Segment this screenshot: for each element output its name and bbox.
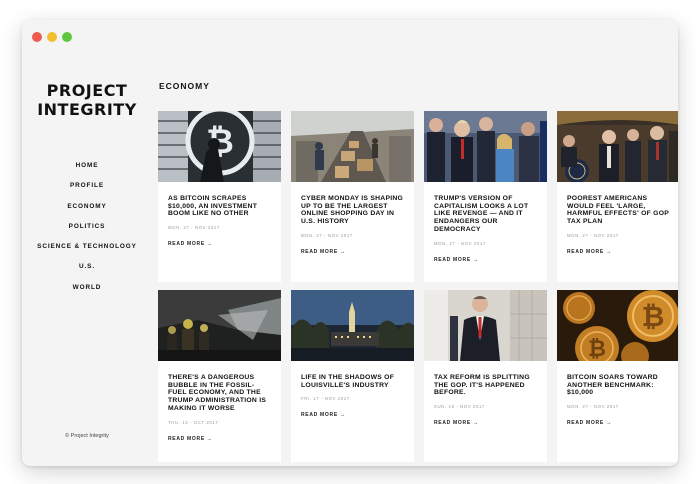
read-more-link[interactable]: READ MORE → [168, 436, 213, 442]
article-headline[interactable]: Cyber Monday is shaping up to be the lar… [301, 195, 405, 226]
arrow-right-icon: → [472, 257, 480, 263]
article-image-senators[interactable] [557, 111, 678, 182]
article-card[interactable]: ₿ As Bitcoin Scrapes $10,000, an Investm… [158, 111, 281, 282]
article-card[interactable]: ₿ ₿ Bitcoin soars toward another benchma… [557, 290, 678, 462]
article-image-bitcoin-logo[interactable]: ₿ [158, 111, 281, 182]
read-more-link[interactable]: READ MORE → [567, 249, 612, 255]
coal-mine-photo [158, 290, 281, 361]
logo-line-2: INTEGRITY [37, 100, 137, 119]
article-card[interactable]: Cyber Monday is shaping up to be the lar… [291, 111, 414, 282]
nav-item-profile[interactable]: PROFILE [22, 176, 152, 196]
article-image-city-dusk[interactable] [291, 290, 414, 361]
sidebar: PROJECT INTEGRITY HOME PROFILE ECONOMY P… [22, 53, 152, 466]
main-content: ECONOMY ₿ AS BITCOIN SCRAPES $10,000, AN… [152, 53, 678, 466]
man-in-suit-photo [424, 290, 547, 361]
article-card[interactable]: There's a dangerous bubble in the fossil… [158, 290, 281, 462]
article-date: THU, 13 - OCT 2017 [168, 420, 219, 425]
arrow-right-icon: → [206, 436, 214, 442]
politicians-crowd-photo [424, 111, 547, 182]
read-more-link[interactable]: READ MORE → [301, 412, 346, 418]
article-headline[interactable]: Tax reform is splitting the GOP. It's ha… [434, 374, 538, 397]
browser-window: PROJECT INTEGRITY HOME PROFILE ECONOMY P… [22, 20, 678, 466]
arrow-right-icon: → [339, 249, 347, 255]
close-window-button[interactable] [32, 32, 42, 42]
read-more-label: READ MORE [168, 241, 205, 247]
nav-item-politics[interactable]: POLITICS [22, 217, 152, 237]
arrow-right-icon: → [605, 420, 613, 426]
copyright-text: © Project Integrity [65, 433, 109, 439]
article-image-bitcoin-coins[interactable]: ₿ ₿ [557, 290, 678, 361]
nav-item-economy[interactable]: ECONOMY [22, 197, 152, 217]
arrow-right-icon: → [605, 249, 613, 255]
svg-text:₿: ₿ [642, 300, 665, 333]
article-image-politicians[interactable] [424, 111, 547, 182]
minimize-window-button[interactable] [47, 32, 57, 42]
read-more-label: READ MORE [567, 249, 604, 255]
senators-podium-photo [557, 111, 678, 182]
article-card[interactable]: Tax reform is splitting the GOP. It's ha… [424, 290, 547, 462]
article-date: MON, 27 - NOV 2017 [168, 225, 220, 230]
read-more-link[interactable]: READ MORE → [168, 241, 213, 247]
window-titlebar [22, 20, 678, 53]
article-date: MON, 27 - NOV 2017 [301, 233, 353, 238]
logo-line-1: PROJECT [46, 81, 128, 100]
main-nav: HOME PROFILE ECONOMY POLITICS SCIENCE & … [22, 156, 152, 298]
svg-text:₿: ₿ [588, 337, 606, 361]
article-date: MON, 27 - NOV 2017 [567, 404, 619, 409]
section-title: ECONOMY [159, 81, 210, 91]
read-more-label: READ MORE [301, 249, 338, 255]
bitcoin-logo-photo: ₿ [158, 111, 281, 182]
bitcoin-coins-photo: ₿ ₿ [557, 290, 678, 361]
article-date: MON, 27 - NOV 2017 [567, 233, 619, 238]
article-card[interactable]: Trump's version of capitalism looks a lo… [424, 111, 547, 282]
article-headline[interactable]: Poorest Americans would feel 'large, har… [567, 195, 671, 226]
read-more-label: READ MORE [301, 412, 338, 418]
maximize-window-button[interactable] [62, 32, 72, 42]
nav-item-science-technology[interactable]: SCIENCE & TECHNOLOGY [22, 237, 152, 257]
arrow-right-icon: → [472, 420, 480, 426]
article-card[interactable]: Poorest Americans would feel 'large, har… [557, 111, 678, 282]
read-more-link[interactable]: READ MORE → [567, 420, 612, 426]
nav-item-home[interactable]: HOME [22, 156, 152, 176]
article-headline[interactable]: As Bitcoin Scrapes $10,000, an Investmen… [168, 195, 272, 218]
article-date: FRI, 17 - NOV 2017 [301, 396, 350, 401]
site-logo[interactable]: PROJECT INTEGRITY [22, 81, 152, 119]
read-more-label: READ MORE [434, 257, 471, 263]
article-image-coal-mine[interactable] [158, 290, 281, 361]
article-image-man-in-suit[interactable] [424, 290, 547, 361]
read-more-link[interactable]: READ MORE → [434, 257, 479, 263]
article-headline[interactable]: Trump's version of capitalism looks a lo… [434, 195, 538, 234]
arrow-right-icon: → [339, 412, 347, 418]
read-more-label: READ MORE [168, 436, 205, 442]
arrow-right-icon: → [206, 241, 214, 247]
article-card[interactable]: Life in the Shadows of Louisville's Indu… [291, 290, 414, 462]
read-more-link[interactable]: READ MORE → [434, 420, 479, 426]
article-date: MON, 27 - NOV 2017 [434, 241, 486, 246]
article-headline[interactable]: Life in the Shadows of Louisville's Indu… [301, 374, 405, 389]
article-image-warehouse[interactable] [291, 111, 414, 182]
read-more-label: READ MORE [567, 420, 604, 426]
article-headline[interactable]: Bitcoin soars toward another benchmark: … [567, 374, 671, 397]
nav-item-us[interactable]: U.S. [22, 257, 152, 277]
read-more-link[interactable]: READ MORE → [301, 249, 346, 255]
article-headline[interactable]: There's a dangerous bubble in the fossil… [168, 374, 272, 413]
city-dusk-photo [291, 290, 414, 361]
article-date: SUN, 19 - NOV 2017 [434, 404, 485, 409]
warehouse-photo [291, 111, 414, 182]
nav-item-world[interactable]: WORLD [22, 278, 152, 298]
read-more-label: READ MORE [434, 420, 471, 426]
